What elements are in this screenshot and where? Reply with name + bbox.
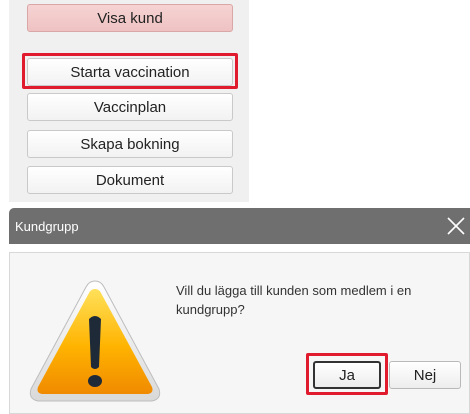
vaccination-plan-button[interactable]: Vaccinplan xyxy=(27,93,233,121)
start-vaccination-button[interactable]: Starta vaccination xyxy=(27,58,233,86)
dialog-message: Vill du lägga till kunden som medlem i e… xyxy=(176,283,412,317)
dialog-body: Vill du lägga till kunden som medlem i e… xyxy=(9,252,470,414)
dialog-title-bar: Kundgrupp xyxy=(9,208,470,244)
no-button[interactable]: Nej xyxy=(389,361,461,389)
warning-icon xyxy=(29,280,161,402)
yes-button[interactable]: Ja xyxy=(313,361,381,389)
action-panel: Visa kund Starta vaccination Vaccinplan … xyxy=(9,0,249,202)
screenshot-stage: Visa kund Starta vaccination Vaccinplan … xyxy=(0,0,470,414)
dialog-title: Kundgrupp xyxy=(15,218,79,234)
show-customer-button[interactable]: Visa kund xyxy=(27,4,233,32)
close-icon[interactable] xyxy=(444,214,468,238)
documents-button[interactable]: Dokument xyxy=(27,166,233,194)
create-booking-button[interactable]: Skapa bokning xyxy=(27,130,233,158)
